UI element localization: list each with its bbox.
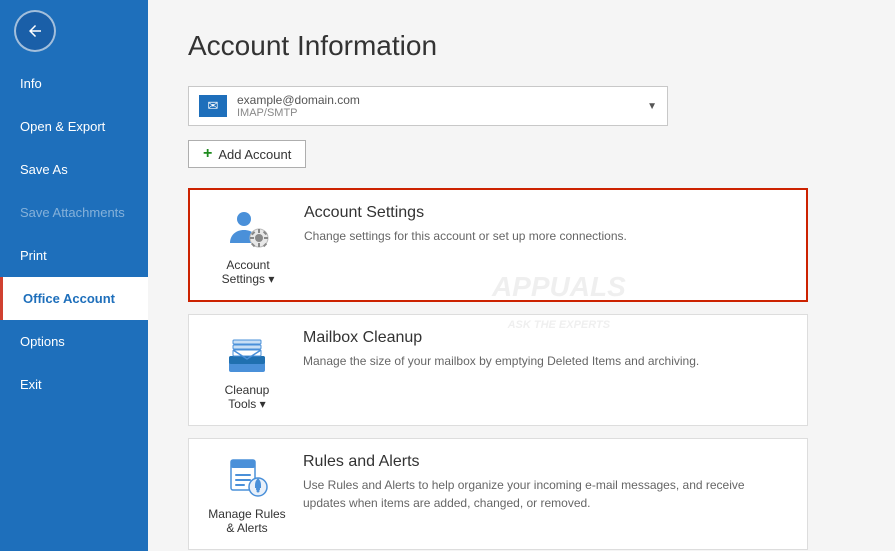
sidebar-item-label: Save As xyxy=(20,162,68,177)
add-account-button[interactable]: + Add Account xyxy=(188,140,306,168)
cleanup-desc: Manage the size of your mailbox by empty… xyxy=(303,352,789,370)
account-settings-desc: Change settings for this account or set … xyxy=(304,227,788,245)
main-content: Account Information example@domain.com I… xyxy=(148,0,895,551)
rules-alerts-card[interactable]: Manage Rules& Alerts Rules and Alerts Us… xyxy=(188,438,808,550)
sidebar: Info Open & Export Save As Save Attachme… xyxy=(0,0,148,551)
rules-icon-label: Manage Rules& Alerts xyxy=(208,507,285,535)
email-icon xyxy=(199,95,227,117)
back-button[interactable] xyxy=(14,10,56,52)
cleanup-icon xyxy=(222,329,272,379)
sidebar-item-label: Open & Export xyxy=(20,119,105,134)
account-settings-icon-area: AccountSettings ▾ xyxy=(208,204,288,286)
sidebar-item-save-as[interactable]: Save As xyxy=(0,148,148,191)
account-settings-card[interactable]: AccountSettings ▾ Account Settings Chang… xyxy=(188,188,808,302)
account-type: IMAP/SMTP xyxy=(237,107,639,119)
cleanup-text: Mailbox Cleanup Manage the size of your … xyxy=(303,329,789,370)
account-settings-icon xyxy=(223,204,273,254)
sidebar-item-open-export[interactable]: Open & Export xyxy=(0,105,148,148)
cleanup-icon-label: CleanupTools ▾ xyxy=(225,383,270,411)
sidebar-item-label: Options xyxy=(20,334,65,349)
sidebar-item-options[interactable]: Options xyxy=(0,320,148,363)
account-settings-icon-label: AccountSettings ▾ xyxy=(222,258,275,286)
plus-icon: + xyxy=(203,146,212,162)
sidebar-item-print[interactable]: Print xyxy=(0,234,148,277)
account-email-info: example@domain.com IMAP/SMTP xyxy=(237,93,639,119)
sidebar-item-info[interactable]: Info xyxy=(0,62,148,105)
rules-text: Rules and Alerts Use Rules and Alerts to… xyxy=(303,453,789,512)
account-email: example@domain.com xyxy=(237,93,639,107)
account-settings-text: Account Settings Change settings for thi… xyxy=(304,204,788,245)
sidebar-item-save-attachments: Save Attachments xyxy=(0,191,148,234)
sidebar-item-label: Info xyxy=(20,76,42,91)
sidebar-item-label: Exit xyxy=(20,377,42,392)
add-account-label: Add Account xyxy=(218,147,291,162)
account-selector-dropdown[interactable]: example@domain.com IMAP/SMTP ▼ xyxy=(188,86,668,126)
sidebar-item-label: Office Account xyxy=(23,291,115,306)
rules-desc: Use Rules and Alerts to help organize yo… xyxy=(303,476,789,512)
cleanup-icon-area: CleanupTools ▾ xyxy=(207,329,287,411)
page-title: Account Information xyxy=(188,30,855,62)
sidebar-item-exit[interactable]: Exit xyxy=(0,363,148,406)
sidebar-item-label: Save Attachments xyxy=(20,205,125,220)
rules-icon xyxy=(222,453,272,503)
sidebar-item-office-account[interactable]: Office Account xyxy=(0,277,148,320)
rules-title: Rules and Alerts xyxy=(303,453,789,471)
account-settings-title: Account Settings xyxy=(304,204,788,222)
rules-icon-area: Manage Rules& Alerts xyxy=(207,453,287,535)
mailbox-cleanup-card[interactable]: CleanupTools ▾ Mailbox Cleanup Manage th… xyxy=(188,314,808,426)
sidebar-item-label: Print xyxy=(20,248,47,263)
dropdown-arrow-icon: ▼ xyxy=(647,101,657,112)
cleanup-title: Mailbox Cleanup xyxy=(303,329,789,347)
